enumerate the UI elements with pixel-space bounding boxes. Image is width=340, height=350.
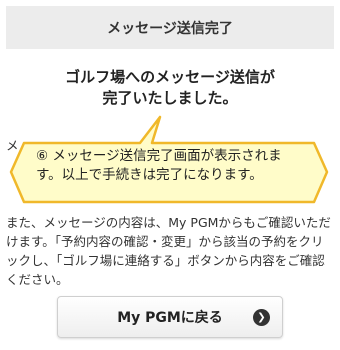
callout-text: ⑥ メッセージ送信完了画面が表示されます。以上で手続きは完了になります。 — [36, 148, 282, 183]
chevron-right-circle-icon: ❯ — [253, 309, 270, 326]
back-to-my-pgm-button[interactable]: My PGMに戻る ❯ — [57, 296, 283, 338]
button-label: My PGMに戻る — [117, 310, 223, 326]
